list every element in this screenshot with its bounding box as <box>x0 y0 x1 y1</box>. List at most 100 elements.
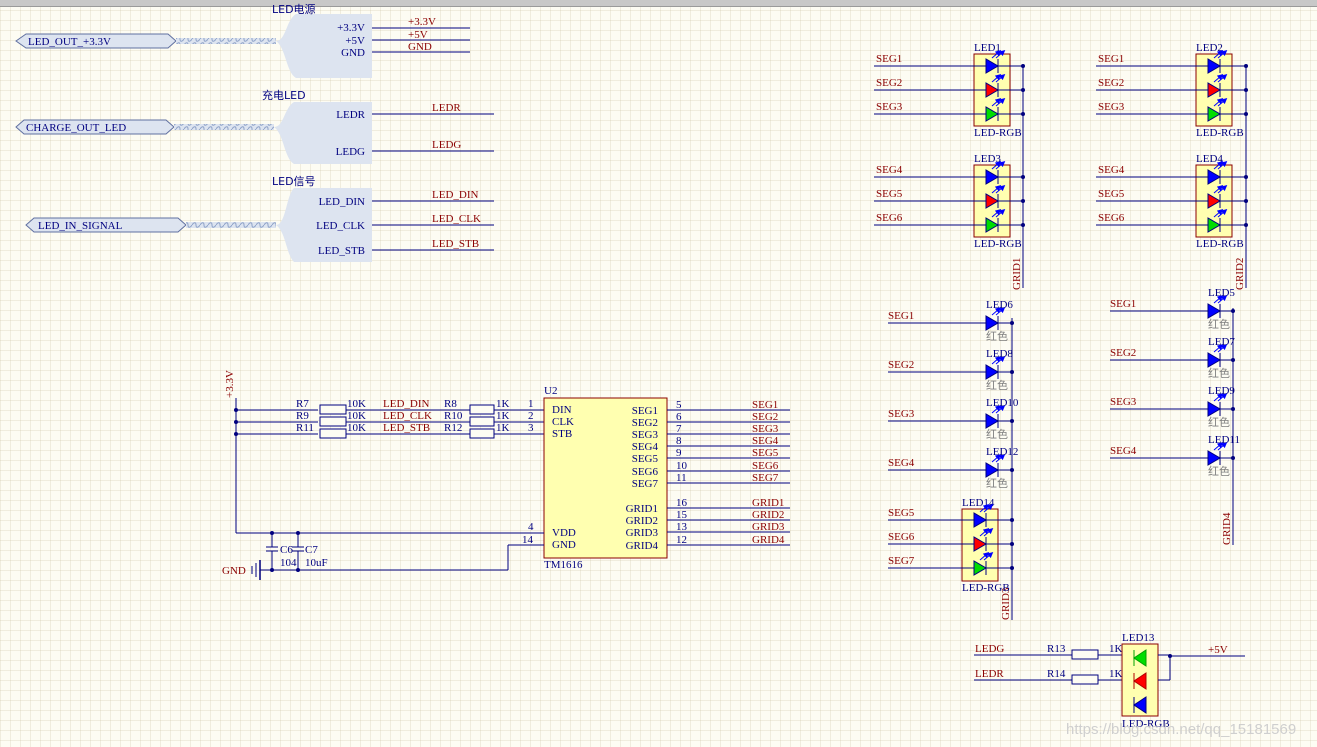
net-seg5: SEG5 <box>752 447 779 459</box>
pin-clk: CLK <box>552 416 574 428</box>
pin-seg7: SEG7 <box>632 478 659 490</box>
pin-seg2: SEG2 <box>632 417 658 429</box>
pin-num-6: 6 <box>676 411 682 423</box>
led14-part: LED-RGB <box>962 582 1010 594</box>
sheet-power-title: LED电源 <box>272 2 316 16</box>
led7-ref: LED7 <box>1208 336 1235 348</box>
led6-diode <box>985 307 1006 331</box>
charge-led-section[interactable]: LEDG LEDR R13 R14 1K 1K LED13 LED-RGB +5… <box>974 632 1245 730</box>
led11-ref: LED11 <box>1208 434 1240 446</box>
led12-color: 红色 <box>986 476 1008 490</box>
seg-label-led11: SEG4 <box>1110 445 1137 457</box>
led6-color: 红色 <box>986 329 1008 343</box>
pin-num-7: 7 <box>676 423 682 435</box>
pin-stb: STB <box>552 428 572 440</box>
led9-ref: LED9 <box>1208 385 1235 397</box>
single-led9: SEG3 LED9 红色 <box>1110 385 1235 429</box>
single-led5: SEG1 LED5 红色 <box>1110 287 1235 331</box>
r13-ref: R13 <box>1047 643 1066 655</box>
resistor-r11 <box>319 428 347 439</box>
port-led-in: LED_IN_SIGNAL <box>38 220 123 232</box>
pin-seg1: SEG1 <box>632 405 658 417</box>
seg-label-led9: SEG3 <box>1110 396 1137 408</box>
power-net-1: +3.3V <box>408 16 436 28</box>
pin-seg5: SEG5 <box>632 453 659 465</box>
seg-label-led8: SEG2 <box>888 359 914 371</box>
pin4-num: 4 <box>528 521 534 533</box>
rgb-led3: LED3 LED-RGB SEG4 SEG5 SEG6 <box>874 153 1025 250</box>
seg-label-led6: SEG1 <box>888 310 914 322</box>
pin-num-15: 15 <box>676 509 688 521</box>
resistor-r7 <box>319 404 347 415</box>
grid4-label: GRID4 <box>1221 512 1233 545</box>
single-led11: SEG4 LED11 红色 <box>1110 434 1240 478</box>
signal-pin-1: LED_DIN <box>319 196 365 208</box>
resistor-r12 <box>469 428 495 439</box>
power-pin-2: +5V <box>345 35 365 47</box>
net-seg4: SEG4 <box>752 435 779 447</box>
r11-ref: R11 <box>296 422 314 434</box>
r10-value: 1K <box>496 410 510 422</box>
r7-value: 10K <box>347 398 366 410</box>
seg-label-led1-2: SEG3 <box>876 101 903 113</box>
led5-color: 红色 <box>1208 317 1230 331</box>
pin-num-9: 9 <box>676 447 682 459</box>
seg-label-led3-0: SEG4 <box>876 164 903 176</box>
r12-ref: R12 <box>444 422 462 434</box>
led10-ref: LED10 <box>986 397 1019 409</box>
pin-num-10: 10 <box>676 460 688 472</box>
seg-label-led1-0: SEG1 <box>876 53 902 65</box>
harness-signal[interactable]: LED_IN_SIGNAL LED信号 LED_DIN LED_CLK LED_… <box>25 175 494 262</box>
led14-seg-0: SEG5 <box>888 507 915 519</box>
led5-diode <box>1207 295 1228 319</box>
harness-led-out[interactable]: LED_OUT_+3.3V LED电源 +3.3V +5V GND +3.3V … <box>15 2 470 78</box>
c6-value: 104 <box>280 557 297 569</box>
rgb-led1: LED1 LED-RGB SEG1 SEG2 SEG3 <box>874 42 1025 139</box>
grid2-label: GRID2 <box>1234 258 1246 290</box>
led5-ref: LED5 <box>1208 287 1235 299</box>
single-led10: SEG3 LED10 红色 <box>888 397 1019 441</box>
pin-num-5: 5 <box>676 399 682 411</box>
led10-color: 红色 <box>986 427 1008 441</box>
led13-ref: LED13 <box>1122 632 1155 644</box>
charge-pin-1: LEDR <box>336 109 365 121</box>
r8-ref: R8 <box>444 398 457 410</box>
seg-label-led3-2: SEG6 <box>876 212 903 224</box>
led8-ref: LED8 <box>986 348 1013 360</box>
c7-value: 10uF <box>305 557 328 569</box>
seg-label-led4-2: SEG6 <box>1098 212 1125 224</box>
pin-num-13: 13 <box>676 521 688 533</box>
led11-color: 红色 <box>1208 464 1230 478</box>
supply-label: +3.3V <box>224 370 236 398</box>
single-led-array: SEG1 LED6 红色 SEG2 LED8 红色 SEG3 LED10 红色 SEG4 LED12… <box>888 287 1240 490</box>
sheet-charge-title: 充电LED <box>262 88 306 102</box>
net-seg3: SEG3 <box>752 423 779 435</box>
seg-label-led4-1: SEG5 <box>1098 188 1125 200</box>
pin-grid2: GRID2 <box>626 515 658 527</box>
signal-pin-3: LED_STB <box>318 245 365 257</box>
led1-ref: LED1 <box>974 42 1001 54</box>
pin-grid4: GRID4 <box>626 540 659 552</box>
pin1-num: 1 <box>528 398 534 410</box>
seg-label-led2-2: SEG3 <box>1098 101 1125 113</box>
r9-value: 10K <box>347 410 366 422</box>
led8-color: 红色 <box>986 378 1008 392</box>
net-seg2: SEG2 <box>752 411 778 423</box>
rgb-led4: LED4 LED-RGB SEG4 SEG5 SEG6 <box>1096 153 1248 250</box>
harness-charge[interactable]: CHARGE_OUT_LED 充电LED LEDR LEDG LEDR LEDG <box>15 88 494 164</box>
pin3-num: 3 <box>528 422 534 434</box>
u2-part: TM1616 <box>544 559 583 571</box>
led10-diode <box>985 405 1006 429</box>
signal-net-1: LED_DIN <box>432 189 478 201</box>
seg-label-led2-1: SEG2 <box>1098 77 1124 89</box>
driver-section[interactable]: +3.3V R7 R9 R11 10K 10K 10K LED_DIN LED_… <box>222 370 790 580</box>
seg-label-led2-0: SEG1 <box>1098 53 1124 65</box>
pin-din: DIN <box>552 404 572 416</box>
harness-spring-2 <box>174 124 274 130</box>
led8-diode <box>985 356 1006 380</box>
pin-seg6: SEG6 <box>632 466 659 478</box>
charge-pin-2: LEDG <box>336 146 365 158</box>
resistor-r13 <box>1071 649 1099 660</box>
net-seg7: SEG7 <box>752 472 779 484</box>
schematic-canvas[interactable]: { "ports": { "led_out": "LED_OUT_+3.3V",… <box>0 0 1317 747</box>
